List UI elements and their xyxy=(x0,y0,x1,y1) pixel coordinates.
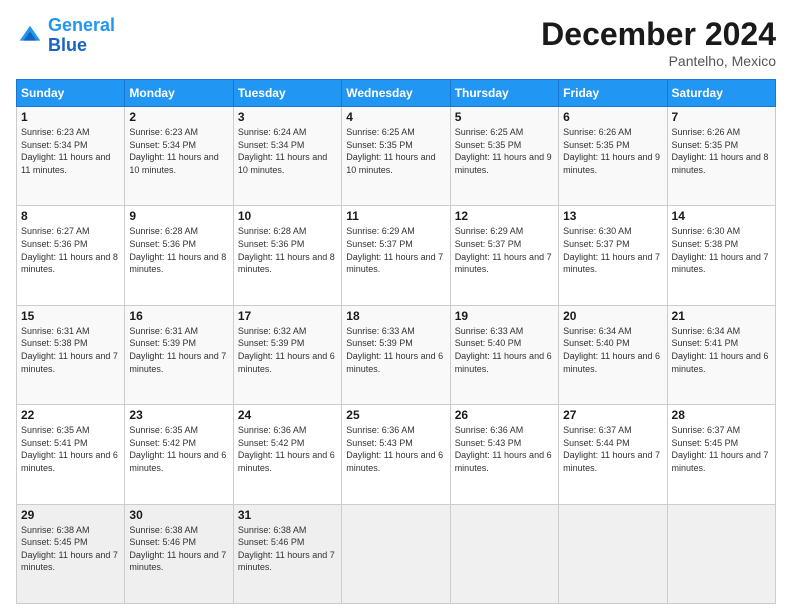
calendar-header-row: Sunday Monday Tuesday Wednesday Thursday… xyxy=(17,80,776,107)
day-15: 15 Sunrise: 6:31 AMSunset: 5:38 PMDaylig… xyxy=(17,305,125,404)
col-wednesday: Wednesday xyxy=(342,80,450,107)
day-9: 9 Sunrise: 6:28 AMSunset: 5:36 PMDayligh… xyxy=(125,206,233,305)
day-2: 2 Sunrise: 6:23 AMSunset: 5:34 PMDayligh… xyxy=(125,107,233,206)
week-4: 22 Sunrise: 6:35 AMSunset: 5:41 PMDaylig… xyxy=(17,405,776,504)
logo-text: General Blue xyxy=(48,16,115,56)
logo: General Blue xyxy=(16,16,115,56)
day-10: 10 Sunrise: 6:28 AMSunset: 5:36 PMDaylig… xyxy=(233,206,341,305)
day-18: 18 Sunrise: 6:33 AMSunset: 5:39 PMDaylig… xyxy=(342,305,450,404)
day-3: 3 Sunrise: 6:24 AMSunset: 5:34 PMDayligh… xyxy=(233,107,341,206)
day-5: 5 Sunrise: 6:25 AMSunset: 5:35 PMDayligh… xyxy=(450,107,558,206)
day-19: 19 Sunrise: 6:33 AMSunset: 5:40 PMDaylig… xyxy=(450,305,558,404)
day-29: 29 Sunrise: 6:38 AMSunset: 5:45 PMDaylig… xyxy=(17,504,125,603)
day-1: 1 Sunrise: 6:23 AMSunset: 5:34 PMDayligh… xyxy=(17,107,125,206)
empty-4 xyxy=(667,504,775,603)
day-11: 11 Sunrise: 6:29 AMSunset: 5:37 PMDaylig… xyxy=(342,206,450,305)
col-sunday: Sunday xyxy=(17,80,125,107)
week-5: 29 Sunrise: 6:38 AMSunset: 5:45 PMDaylig… xyxy=(17,504,776,603)
day-13: 13 Sunrise: 6:30 AMSunset: 5:37 PMDaylig… xyxy=(559,206,667,305)
day-7: 7 Sunrise: 6:26 AMSunset: 5:35 PMDayligh… xyxy=(667,107,775,206)
week-3: 15 Sunrise: 6:31 AMSunset: 5:38 PMDaylig… xyxy=(17,305,776,404)
day-25: 25 Sunrise: 6:36 AMSunset: 5:43 PMDaylig… xyxy=(342,405,450,504)
day-4: 4 Sunrise: 6:25 AMSunset: 5:35 PMDayligh… xyxy=(342,107,450,206)
week-2: 8 Sunrise: 6:27 AMSunset: 5:36 PMDayligh… xyxy=(17,206,776,305)
empty-2 xyxy=(450,504,558,603)
col-thursday: Thursday xyxy=(450,80,558,107)
main-title: December 2024 xyxy=(541,16,776,53)
day-8: 8 Sunrise: 6:27 AMSunset: 5:36 PMDayligh… xyxy=(17,206,125,305)
day-28: 28 Sunrise: 6:37 AMSunset: 5:45 PMDaylig… xyxy=(667,405,775,504)
page: General Blue December 2024 Pantelho, Mex… xyxy=(0,0,792,612)
title-block: December 2024 Pantelho, Mexico xyxy=(541,16,776,69)
day-23: 23 Sunrise: 6:35 AMSunset: 5:42 PMDaylig… xyxy=(125,405,233,504)
day-12: 12 Sunrise: 6:29 AMSunset: 5:37 PMDaylig… xyxy=(450,206,558,305)
col-monday: Monday xyxy=(125,80,233,107)
day-31: 31 Sunrise: 6:38 AMSunset: 5:46 PMDaylig… xyxy=(233,504,341,603)
day-20: 20 Sunrise: 6:34 AMSunset: 5:40 PMDaylig… xyxy=(559,305,667,404)
empty-3 xyxy=(559,504,667,603)
day-16: 16 Sunrise: 6:31 AMSunset: 5:39 PMDaylig… xyxy=(125,305,233,404)
day-27: 27 Sunrise: 6:37 AMSunset: 5:44 PMDaylig… xyxy=(559,405,667,504)
day-6: 6 Sunrise: 6:26 AMSunset: 5:35 PMDayligh… xyxy=(559,107,667,206)
col-saturday: Saturday xyxy=(667,80,775,107)
day-30: 30 Sunrise: 6:38 AMSunset: 5:46 PMDaylig… xyxy=(125,504,233,603)
col-tuesday: Tuesday xyxy=(233,80,341,107)
logo-icon xyxy=(16,22,44,50)
header: General Blue December 2024 Pantelho, Mex… xyxy=(16,16,776,69)
day-22: 22 Sunrise: 6:35 AMSunset: 5:41 PMDaylig… xyxy=(17,405,125,504)
day-24: 24 Sunrise: 6:36 AMSunset: 5:42 PMDaylig… xyxy=(233,405,341,504)
calendar: Sunday Monday Tuesday Wednesday Thursday… xyxy=(16,79,776,604)
week-1: 1 Sunrise: 6:23 AMSunset: 5:34 PMDayligh… xyxy=(17,107,776,206)
day-21: 21 Sunrise: 6:34 AMSunset: 5:41 PMDaylig… xyxy=(667,305,775,404)
col-friday: Friday xyxy=(559,80,667,107)
subtitle: Pantelho, Mexico xyxy=(541,53,776,69)
day-14: 14 Sunrise: 6:30 AMSunset: 5:38 PMDaylig… xyxy=(667,206,775,305)
empty-1 xyxy=(342,504,450,603)
day-17: 17 Sunrise: 6:32 AMSunset: 5:39 PMDaylig… xyxy=(233,305,341,404)
day-26: 26 Sunrise: 6:36 AMSunset: 5:43 PMDaylig… xyxy=(450,405,558,504)
